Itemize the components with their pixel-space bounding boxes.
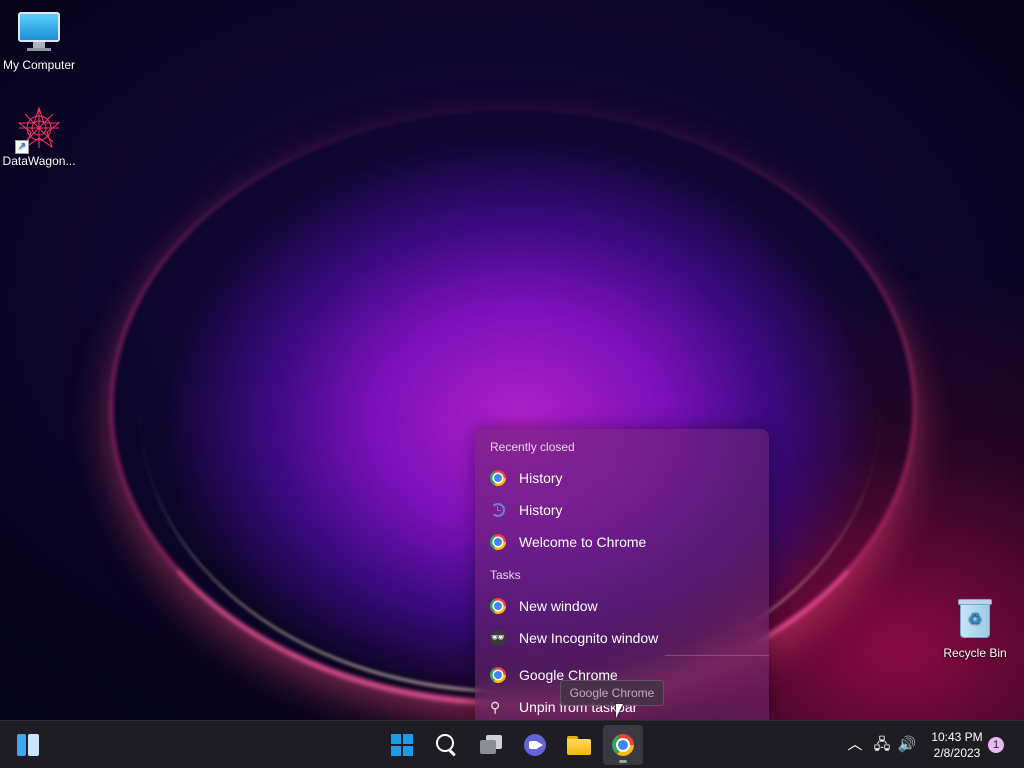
desktop-icon-label: DataWagon... bbox=[2, 154, 76, 168]
meet-button[interactable] bbox=[515, 725, 555, 765]
meet-icon bbox=[524, 734, 546, 756]
chrome-taskbar-button[interactable] bbox=[603, 725, 643, 765]
clock[interactable]: 10:43 PM 2/8/2023 bbox=[926, 729, 988, 761]
chrome-icon bbox=[490, 470, 506, 486]
history-icon bbox=[490, 502, 506, 518]
task-view-button[interactable] bbox=[471, 725, 511, 765]
jump-item-new-window[interactable]: New window bbox=[485, 591, 759, 621]
chrome-jump-list: Recently closed History History Welcome … bbox=[475, 429, 769, 720]
jump-item-welcome-to-chrome[interactable]: Welcome to Chrome bbox=[485, 527, 759, 557]
clock-time: 10:43 PM bbox=[931, 730, 983, 744]
widgets-icon bbox=[17, 734, 39, 756]
chrome-icon bbox=[490, 598, 506, 614]
jump-item-label: New Incognito window bbox=[519, 630, 659, 646]
network-icon[interactable]: 🖧 bbox=[871, 733, 893, 757]
start-icon bbox=[391, 734, 413, 756]
mouse-cursor-icon bbox=[616, 704, 630, 718]
search-icon bbox=[436, 734, 454, 752]
desktop-icon-my-computer[interactable]: My Computer bbox=[0, 10, 78, 72]
jump-list-divider bbox=[665, 655, 769, 656]
shortcut-arrow-icon: ↗ bbox=[15, 140, 29, 154]
desktop-icon-label: My Computer bbox=[2, 58, 76, 72]
show-hidden-icons-chevron-up-icon[interactable]: ︿ bbox=[844, 733, 866, 757]
jump-item-new-incognito-window[interactable]: 🕶 New Incognito window bbox=[485, 623, 759, 653]
clock-date: 2/8/2023 bbox=[933, 746, 981, 760]
jump-item-label: Welcome to Chrome bbox=[519, 534, 647, 550]
notification-badge[interactable]: 1 bbox=[988, 737, 1004, 753]
datawagon-logo-icon: ↗ bbox=[15, 106, 61, 154]
section-header-recently-closed: Recently closed bbox=[490, 440, 575, 454]
computer-icon bbox=[17, 10, 61, 54]
desktop-icon-label: Recycle Bin bbox=[943, 646, 1007, 660]
unpin-icon: ⚲ bbox=[490, 699, 501, 715]
jump-item-history[interactable]: History bbox=[485, 495, 759, 525]
section-header-tasks: Tasks bbox=[490, 568, 521, 582]
chrome-icon bbox=[490, 667, 506, 683]
file-explorer-icon bbox=[567, 735, 591, 755]
jump-item-label: New window bbox=[519, 598, 598, 614]
running-indicator bbox=[619, 760, 627, 763]
incognito-icon: 🕶 bbox=[490, 630, 506, 646]
taskbar: ︿ 🖧 🔊 10:43 PM 2/8/2023 1 bbox=[0, 720, 1024, 768]
task-view-icon bbox=[480, 735, 502, 755]
jump-item-history-chrome[interactable]: History bbox=[485, 463, 759, 493]
chrome-tooltip: Google Chrome bbox=[560, 680, 664, 706]
jump-item-label: History bbox=[519, 470, 563, 486]
search-button[interactable] bbox=[427, 725, 467, 765]
chrome-icon bbox=[490, 534, 506, 550]
jump-item-label: History bbox=[519, 502, 563, 518]
recycle-bin-icon: ♻ bbox=[953, 598, 997, 642]
widgets-button[interactable] bbox=[8, 725, 48, 765]
desktop-icon-datawagon[interactable]: ↗ DataWagon... bbox=[0, 106, 78, 168]
file-explorer-button[interactable] bbox=[559, 725, 599, 765]
start-button[interactable] bbox=[382, 725, 422, 765]
desktop-icon-recycle-bin[interactable]: ♻ Recycle Bin bbox=[936, 598, 1014, 660]
chrome-icon bbox=[612, 734, 634, 756]
volume-icon[interactable]: 🔊 bbox=[896, 733, 918, 757]
